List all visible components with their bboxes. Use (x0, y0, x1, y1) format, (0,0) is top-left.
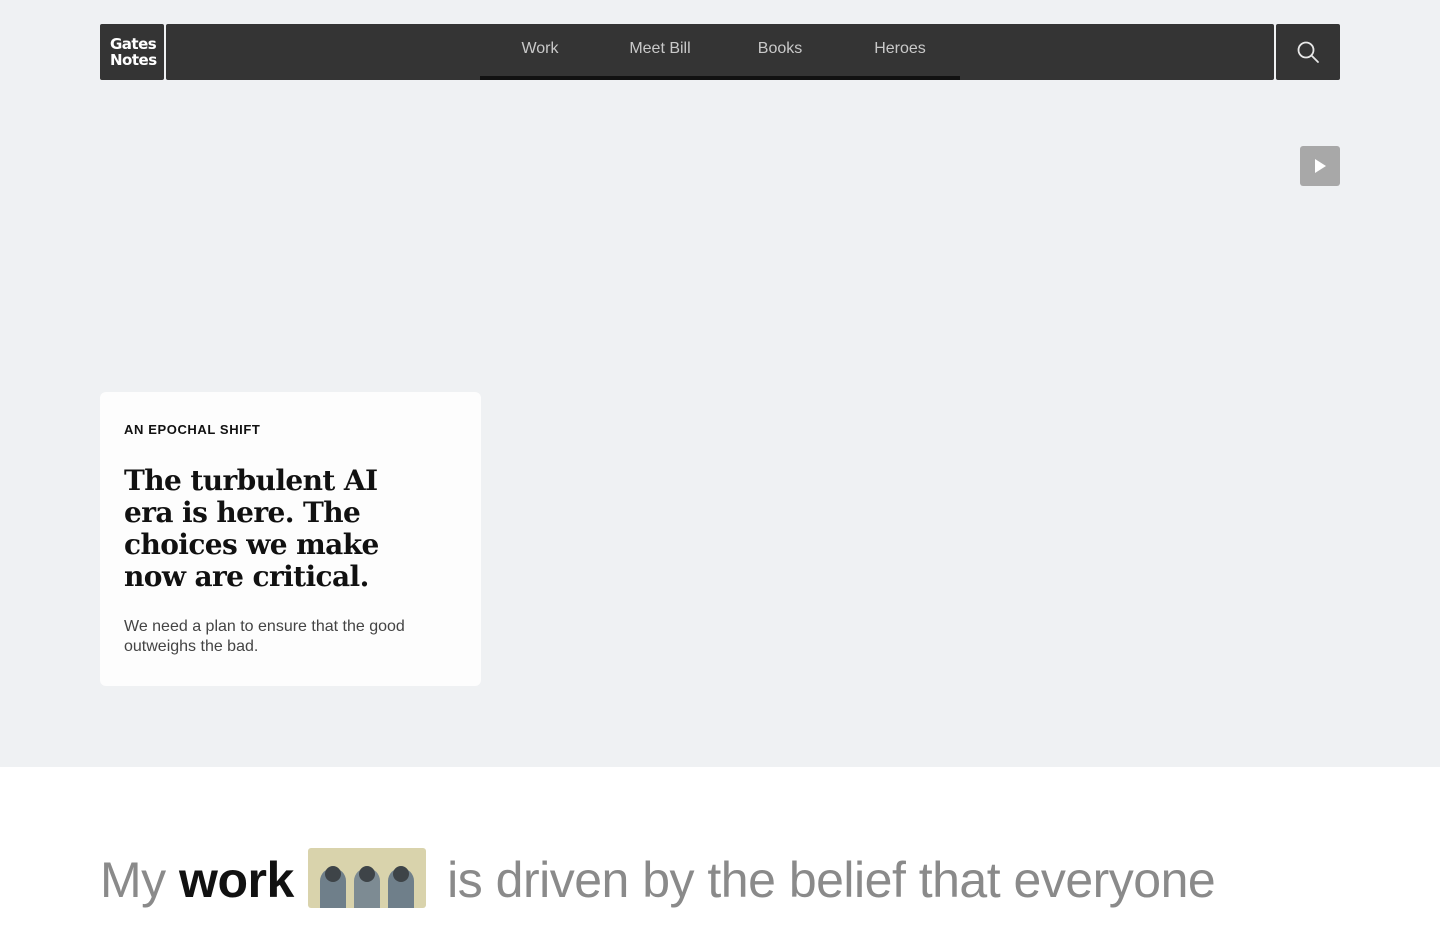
play-button[interactable] (1300, 146, 1340, 186)
nav-item-work[interactable]: Work (500, 24, 580, 80)
logo-line-1: Gates (110, 35, 157, 53)
featured-article-card[interactable]: AN EPOCHAL SHIFT The turbulent AI era is… (100, 392, 481, 686)
gates-notes-logo[interactable]: Gates Notes (100, 24, 164, 80)
intro-tagline: My work is driven by the belief that eve… (100, 845, 1340, 925)
hero-section: Gates Notes Work Meet Bill Books Heroes … (0, 0, 1440, 767)
child-figure (319, 866, 346, 908)
children-photo (307, 848, 426, 908)
article-eyebrow: AN EPOCHAL SHIFT (124, 422, 261, 437)
nav-item-meet-bill[interactable]: Meet Bill (616, 24, 704, 80)
main-navigation: Work Meet Bill Books Heroes (166, 24, 1274, 80)
play-icon (1315, 159, 1326, 173)
nav-item-books[interactable]: Books (744, 24, 816, 80)
search-icon (1297, 41, 1319, 63)
article-headline[interactable]: The turbulent AI era is here. The choice… (124, 465, 424, 593)
child-figure (353, 866, 380, 908)
child-figure (387, 866, 414, 908)
logo-line-2: Notes (110, 51, 157, 69)
article-dek: We need a plan to ensure that the good o… (124, 618, 405, 655)
search-button[interactable] (1276, 24, 1340, 80)
nav-active-underline (480, 76, 960, 80)
nav-item-heroes[interactable]: Heroes (862, 24, 938, 80)
